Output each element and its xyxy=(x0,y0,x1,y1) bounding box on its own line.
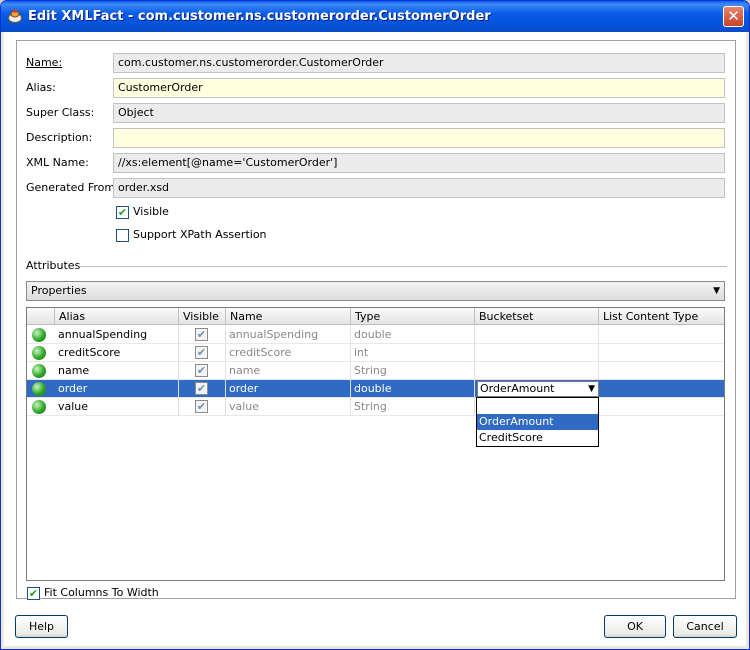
green-dot-icon xyxy=(32,400,46,414)
header-type[interactable]: Type xyxy=(351,308,475,325)
name-field[interactable]: com.customer.ns.customerorder.CustomerOr… xyxy=(113,53,725,73)
table-row[interactable]: creditScore ✔ creditScore int xyxy=(27,344,724,362)
title-bar[interactable]: Edit XMLFact - com.customer.ns.customero… xyxy=(1,1,749,32)
list-content-type-cell[interactable] xyxy=(599,344,724,362)
generated-from-label: Generated From: xyxy=(26,181,119,194)
dialog-window: Edit XMLFact - com.customer.ns.customero… xyxy=(0,0,750,650)
alias-label: Alias: xyxy=(26,81,56,94)
visible-checkbox[interactable]: ✔ xyxy=(116,206,129,219)
table-row-selected[interactable]: order ✔ order double OrderAmount ▼ xyxy=(27,380,724,398)
type-cell: double xyxy=(351,326,475,344)
visible-checkbox-label: Visible xyxy=(133,205,169,218)
fit-columns-checkbox[interactable]: ✔ xyxy=(27,587,40,600)
cancel-button[interactable]: Cancel xyxy=(673,615,737,638)
green-dot-icon xyxy=(32,328,46,342)
dropdown-option-orderamount[interactable]: OrderAmount xyxy=(477,414,598,430)
name-cell: creditScore xyxy=(226,344,351,362)
name-label: Name: xyxy=(26,54,62,72)
app-title-icon xyxy=(8,9,22,23)
table-row[interactable]: name ✔ name String xyxy=(27,362,724,380)
alias-cell[interactable]: order xyxy=(55,380,179,398)
alias-cell[interactable]: annualSpending xyxy=(55,326,179,344)
triangle-down-icon: ▼ xyxy=(588,384,595,394)
attributes-separator xyxy=(79,266,727,267)
help-button[interactable]: Help xyxy=(15,615,68,638)
header-status xyxy=(27,308,55,325)
header-bucketset[interactable]: Bucketset xyxy=(475,308,599,325)
row-visible-checkbox[interactable]: ✔ xyxy=(195,364,208,377)
row-visible-checkbox[interactable]: ✔ xyxy=(195,382,208,395)
header-alias[interactable]: Alias xyxy=(55,308,179,325)
ok-button[interactable]: OK xyxy=(604,615,666,638)
visible-cell[interactable]: ✔ xyxy=(179,380,226,398)
superclass-label: Super Class: xyxy=(26,106,95,119)
list-content-type-cell[interactable] xyxy=(599,380,724,398)
checkmark-icon: ✔ xyxy=(28,587,39,600)
visible-cell[interactable]: ✔ xyxy=(179,344,226,362)
dialog-client: Name: com.customer.ns.customerorder.Cust… xyxy=(4,32,746,646)
attributes-table: Alias Visible Name Type Bucketset List C… xyxy=(26,307,725,581)
superclass-field[interactable]: Object xyxy=(113,103,725,123)
triangle-down-icon: ▼ xyxy=(713,286,720,296)
name-cell: annualSpending xyxy=(226,326,351,344)
dropdown-option-empty[interactable] xyxy=(477,398,598,414)
window-title: Edit XMLFact - com.customer.ns.customero… xyxy=(28,9,491,24)
generated-from-field[interactable]: order.xsd xyxy=(113,178,725,198)
alias-cell[interactable]: name xyxy=(55,362,179,380)
green-dot-icon xyxy=(32,382,46,396)
visible-cell[interactable]: ✔ xyxy=(179,326,226,344)
name-label-mnemonic: Name: xyxy=(26,56,63,69)
table-row[interactable]: annualSpending ✔ annualSpending double xyxy=(27,326,724,344)
table-row[interactable]: value ✔ value String xyxy=(27,398,724,416)
bucketset-dropdown-list: OrderAmount CreditScore xyxy=(476,397,599,447)
description-field[interactable] xyxy=(113,128,725,148)
bucketset-cell[interactable] xyxy=(475,344,599,362)
list-content-type-cell[interactable] xyxy=(599,326,724,344)
list-content-type-cell[interactable] xyxy=(599,362,724,380)
type-cell: String xyxy=(351,398,475,416)
close-button[interactable]: ✕ xyxy=(723,6,744,27)
fit-columns-label: Fit Columns To Width xyxy=(44,586,159,599)
header-list-content-type[interactable]: List Content Type xyxy=(599,308,724,325)
edit-panel: Name: com.customer.ns.customerorder.Cust… xyxy=(16,40,736,600)
visible-cell[interactable]: ✔ xyxy=(179,362,226,380)
bucketset-select-value: OrderAmount xyxy=(480,382,555,395)
bucketset-cell[interactable] xyxy=(475,326,599,344)
xpath-checkbox[interactable] xyxy=(116,229,129,242)
alias-cell[interactable]: creditScore xyxy=(55,344,179,362)
type-cell: double xyxy=(351,380,475,398)
xpath-checkbox-label: Support XPath Assertion xyxy=(133,228,267,241)
green-dot-icon xyxy=(32,364,46,378)
close-icon: ✕ xyxy=(727,7,740,25)
list-content-type-cell[interactable] xyxy=(599,398,724,416)
name-cell: name xyxy=(226,362,351,380)
header-name[interactable]: Name xyxy=(226,308,351,325)
visible-cell[interactable]: ✔ xyxy=(179,398,226,416)
green-dot-icon xyxy=(32,346,46,360)
alias-field[interactable]: CustomerOrder xyxy=(113,78,725,98)
row-visible-checkbox[interactable]: ✔ xyxy=(195,400,208,413)
row-visible-checkbox[interactable]: ✔ xyxy=(195,346,208,359)
description-label: Description: xyxy=(26,131,93,144)
alias-cell[interactable]: value xyxy=(55,398,179,416)
xmlname-label: XML Name: xyxy=(26,156,89,169)
xmlname-field[interactable]: //xs:element[@name='CustomerOrder'] xyxy=(113,153,725,173)
row-visible-checkbox[interactable]: ✔ xyxy=(195,328,208,341)
attributes-section-title: Attributes xyxy=(26,259,81,272)
properties-select[interactable]: Properties ▼ xyxy=(26,281,725,301)
table-header: Alias Visible Name Type Bucketset List C… xyxy=(27,308,724,325)
checkmark-icon: ✔ xyxy=(117,206,128,219)
header-visible[interactable]: Visible xyxy=(179,308,226,325)
name-cell: order xyxy=(226,380,351,398)
bucketset-select[interactable]: OrderAmount ▼ xyxy=(477,381,599,397)
type-cell: String xyxy=(351,362,475,380)
name-cell: value xyxy=(226,398,351,416)
dropdown-option-creditscore[interactable]: CreditScore xyxy=(477,430,598,446)
bucketset-cell[interactable] xyxy=(475,362,599,380)
properties-select-value: Properties xyxy=(31,284,87,297)
type-cell: int xyxy=(351,344,475,362)
